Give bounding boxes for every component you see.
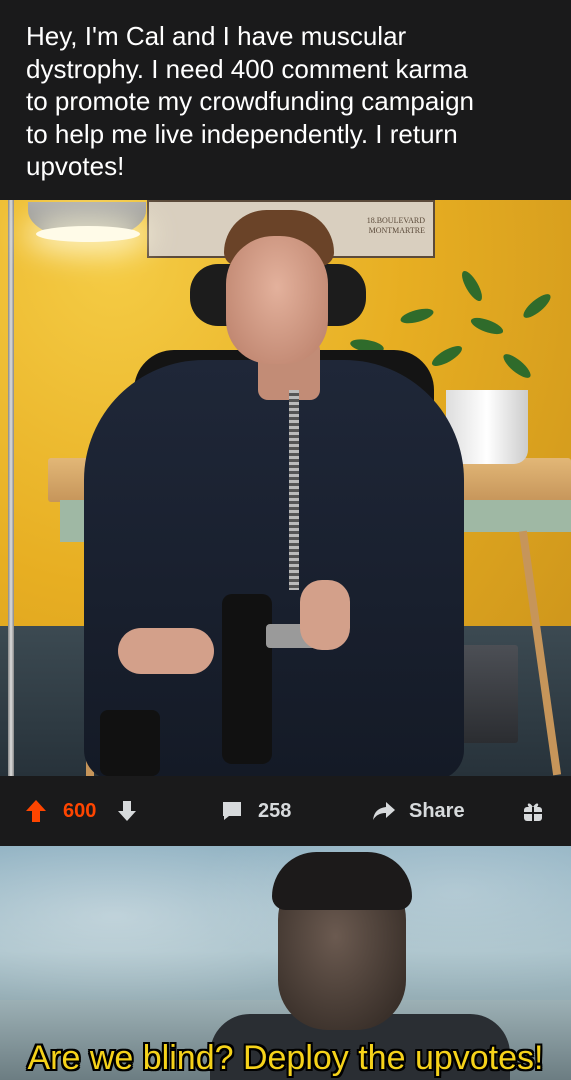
share-label: Share [409,799,465,822]
post-title-line: to help me live independently. I return [26,118,458,149]
gift-award-icon [524,803,542,821]
downvote-arrow-icon[interactable] [116,799,138,823]
person-hand [118,628,214,674]
vote-count-value: 600 [63,799,97,822]
post-title[interactable]: Hey, I'm Cal and I have muscular dystrop… [0,0,571,200]
award-button[interactable] [523,776,543,846]
floor-lamp-pole [8,200,14,776]
upvote-button[interactable] [24,776,48,846]
post-title-line: Hey, I'm Cal and I have muscular [26,21,407,51]
share-button[interactable]: Share [371,776,465,846]
person-hand [300,580,350,650]
post-action-bar: 600 258 Share [0,776,571,846]
comment-bubble-icon [223,802,241,820]
post-photo[interactable]: 18.BOULEVARD MONTMARTRE [0,200,571,776]
comments-button[interactable]: 258 [220,776,291,846]
share-arrow-icon [373,802,395,820]
wheelchair-wheel [100,710,160,776]
desk-drawer [448,500,571,532]
comment-count: 258 [258,799,292,822]
meme-person-hair [272,852,412,910]
downvote-button[interactable] [116,776,138,846]
wheelchair-joystick [222,594,272,764]
upvote-arrow-icon[interactable] [24,798,48,824]
person-face [226,236,328,364]
poster-text-line: MONTMARTRE [368,226,425,235]
floor-lamp-light [36,226,140,242]
meme-image[interactable]: Are we blind? Deploy the upvotes! [0,846,571,1080]
post-title-line: upvotes! [26,151,125,181]
post-title-line: dystrophy. I need 400 comment karma [26,53,468,84]
meme-caption: Are we blind? Deploy the upvotes! [27,1039,544,1077]
vote-count: 600 [63,776,96,846]
poster-text: 18.BOULEVARD MONTMARTRE [367,216,425,236]
jacket-zipper [289,390,299,590]
poster-text-line: 18.BOULEVARD [366,216,425,225]
post-title-line: to promote my crowdfunding campaign [26,86,475,116]
